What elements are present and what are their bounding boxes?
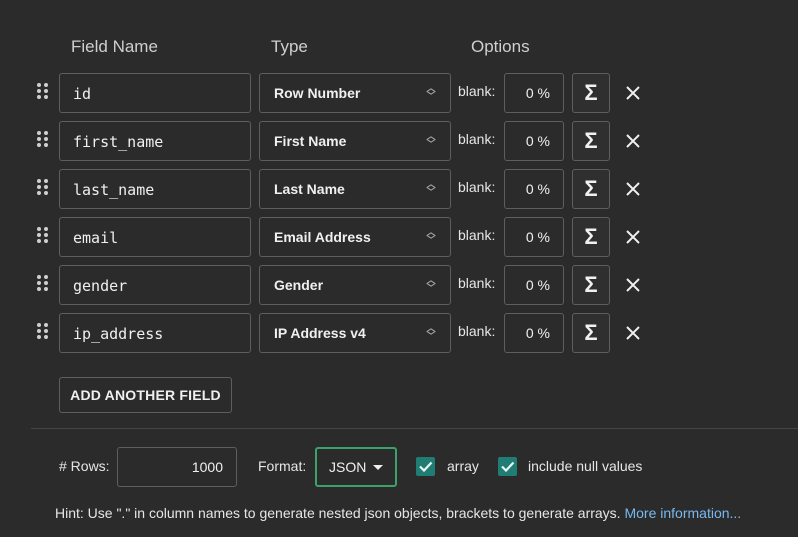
up-down-chevron-icon: ︿ ﹀ bbox=[426, 323, 436, 341]
sigma-icon: Σ bbox=[584, 80, 598, 105]
field-row: ip_address IP Address v4 ︿ ﹀ blank: 0 % Σ bbox=[0, 312, 798, 360]
rows-count-input[interactable]: 1000 bbox=[117, 447, 237, 487]
remove-field-button[interactable] bbox=[622, 322, 644, 344]
field-name-input[interactable]: id bbox=[59, 73, 251, 113]
hint-text: Hint: Use "." in column names to generat… bbox=[55, 505, 741, 521]
blank-label: blank: bbox=[458, 275, 496, 291]
blank-percent-input[interactable]: 0 % bbox=[504, 121, 564, 161]
field-row: last_name Last Name ︿ ﹀ blank: 0 % Σ bbox=[0, 168, 798, 216]
field-list: id Row Number ︿ ﹀ blank: 0 % Σ first_name… bbox=[0, 72, 798, 360]
drag-handle-icon[interactable] bbox=[37, 179, 49, 197]
remove-field-button[interactable] bbox=[622, 130, 644, 152]
blank-label: blank: bbox=[458, 323, 496, 339]
field-type-value: Gender bbox=[274, 277, 324, 293]
field-type-select[interactable]: Row Number ︿ ﹀ bbox=[259, 73, 451, 113]
header-type: Type bbox=[271, 37, 308, 56]
blank-label: blank: bbox=[458, 131, 496, 147]
field-name-input[interactable]: email bbox=[59, 217, 251, 257]
include-null-values-checkbox[interactable] bbox=[498, 457, 517, 476]
sigma-icon: Σ bbox=[584, 272, 598, 297]
checkmark-icon bbox=[501, 461, 515, 473]
checkmark-icon bbox=[419, 461, 433, 473]
column-headers: Field Name Type Options bbox=[0, 37, 798, 61]
field-row: first_name First Name ︿ ﹀ blank: 0 % Σ bbox=[0, 120, 798, 168]
formula-button[interactable]: Σ bbox=[572, 169, 610, 209]
close-icon bbox=[626, 134, 640, 148]
close-icon bbox=[626, 326, 640, 340]
remove-field-button[interactable] bbox=[622, 178, 644, 200]
up-down-chevron-icon: ︿ ﹀ bbox=[426, 131, 436, 149]
sigma-icon: Σ bbox=[584, 320, 598, 345]
blank-percent-input[interactable]: 0 % bbox=[504, 217, 564, 257]
field-type-value: Email Address bbox=[274, 229, 371, 245]
field-name-input[interactable]: ip_address bbox=[59, 313, 251, 353]
drag-handle-icon[interactable] bbox=[37, 83, 49, 101]
up-down-chevron-icon: ︿ ﹀ bbox=[426, 227, 436, 245]
field-type-value: First Name bbox=[274, 133, 347, 149]
add-another-field-button[interactable]: ADD ANOTHER FIELD bbox=[59, 377, 232, 413]
up-down-chevron-icon: ︿ ﹀ bbox=[426, 83, 436, 101]
format-select[interactable]: JSON bbox=[315, 447, 397, 487]
close-icon bbox=[626, 86, 640, 100]
field-type-select[interactable]: IP Address v4 ︿ ﹀ bbox=[259, 313, 451, 353]
blank-label: blank: bbox=[458, 179, 496, 195]
remove-field-button[interactable] bbox=[622, 274, 644, 296]
format-label: Format: bbox=[258, 458, 307, 474]
remove-field-button[interactable] bbox=[622, 226, 644, 248]
field-type-select[interactable]: Gender ︿ ﹀ bbox=[259, 265, 451, 305]
drag-handle-icon[interactable] bbox=[37, 131, 49, 149]
close-icon bbox=[626, 182, 640, 196]
format-value: JSON bbox=[329, 459, 367, 475]
up-down-chevron-icon: ︿ ﹀ bbox=[426, 179, 436, 197]
formula-button[interactable]: Σ bbox=[572, 217, 610, 257]
blank-percent-input[interactable]: 0 % bbox=[504, 313, 564, 353]
field-type-value: Row Number bbox=[274, 85, 361, 101]
field-row: email Email Address ︿ ﹀ blank: 0 % Σ bbox=[0, 216, 798, 264]
field-name-input[interactable]: first_name bbox=[59, 121, 251, 161]
sigma-icon: Σ bbox=[584, 224, 598, 249]
field-type-select[interactable]: Email Address ︿ ﹀ bbox=[259, 217, 451, 257]
sigma-icon: Σ bbox=[584, 128, 598, 153]
formula-button[interactable]: Σ bbox=[572, 73, 610, 113]
sigma-icon: Σ bbox=[584, 176, 598, 201]
field-type-select[interactable]: Last Name ︿ ﹀ bbox=[259, 169, 451, 209]
formula-button[interactable]: Σ bbox=[572, 265, 610, 305]
rows-label: # Rows: bbox=[59, 458, 110, 474]
field-type-value: Last Name bbox=[274, 181, 345, 197]
array-checkbox[interactable] bbox=[416, 457, 435, 476]
more-information-link[interactable]: More information... bbox=[624, 505, 741, 521]
blank-percent-input[interactable]: 0 % bbox=[504, 73, 564, 113]
field-type-value: IP Address v4 bbox=[274, 325, 366, 341]
drag-handle-icon[interactable] bbox=[37, 227, 49, 245]
formula-button[interactable]: Σ bbox=[572, 313, 610, 353]
remove-field-button[interactable] bbox=[622, 82, 644, 104]
close-icon bbox=[626, 278, 640, 292]
array-label: array bbox=[447, 458, 479, 474]
field-row: gender Gender ︿ ﹀ blank: 0 % Σ bbox=[0, 264, 798, 312]
up-down-chevron-icon: ︿ ﹀ bbox=[426, 275, 436, 293]
hint-message: Hint: Use "." in column names to generat… bbox=[55, 505, 621, 521]
blank-percent-input[interactable]: 0 % bbox=[504, 265, 564, 305]
drag-handle-icon[interactable] bbox=[37, 275, 49, 293]
caret-down-icon bbox=[373, 465, 383, 470]
field-name-input[interactable]: last_name bbox=[59, 169, 251, 209]
field-row: id Row Number ︿ ﹀ blank: 0 % Σ bbox=[0, 72, 798, 120]
include-null-values-label: include null values bbox=[528, 458, 643, 474]
field-type-select[interactable]: First Name ︿ ﹀ bbox=[259, 121, 451, 161]
blank-label: blank: bbox=[458, 83, 496, 99]
header-field-name: Field Name bbox=[71, 37, 158, 56]
header-options: Options bbox=[471, 37, 530, 56]
field-name-input[interactable]: gender bbox=[59, 265, 251, 305]
drag-handle-icon[interactable] bbox=[37, 323, 49, 341]
formula-button[interactable]: Σ bbox=[572, 121, 610, 161]
blank-label: blank: bbox=[458, 227, 496, 243]
section-divider bbox=[31, 428, 798, 429]
blank-percent-input[interactable]: 0 % bbox=[504, 169, 564, 209]
close-icon bbox=[626, 230, 640, 244]
